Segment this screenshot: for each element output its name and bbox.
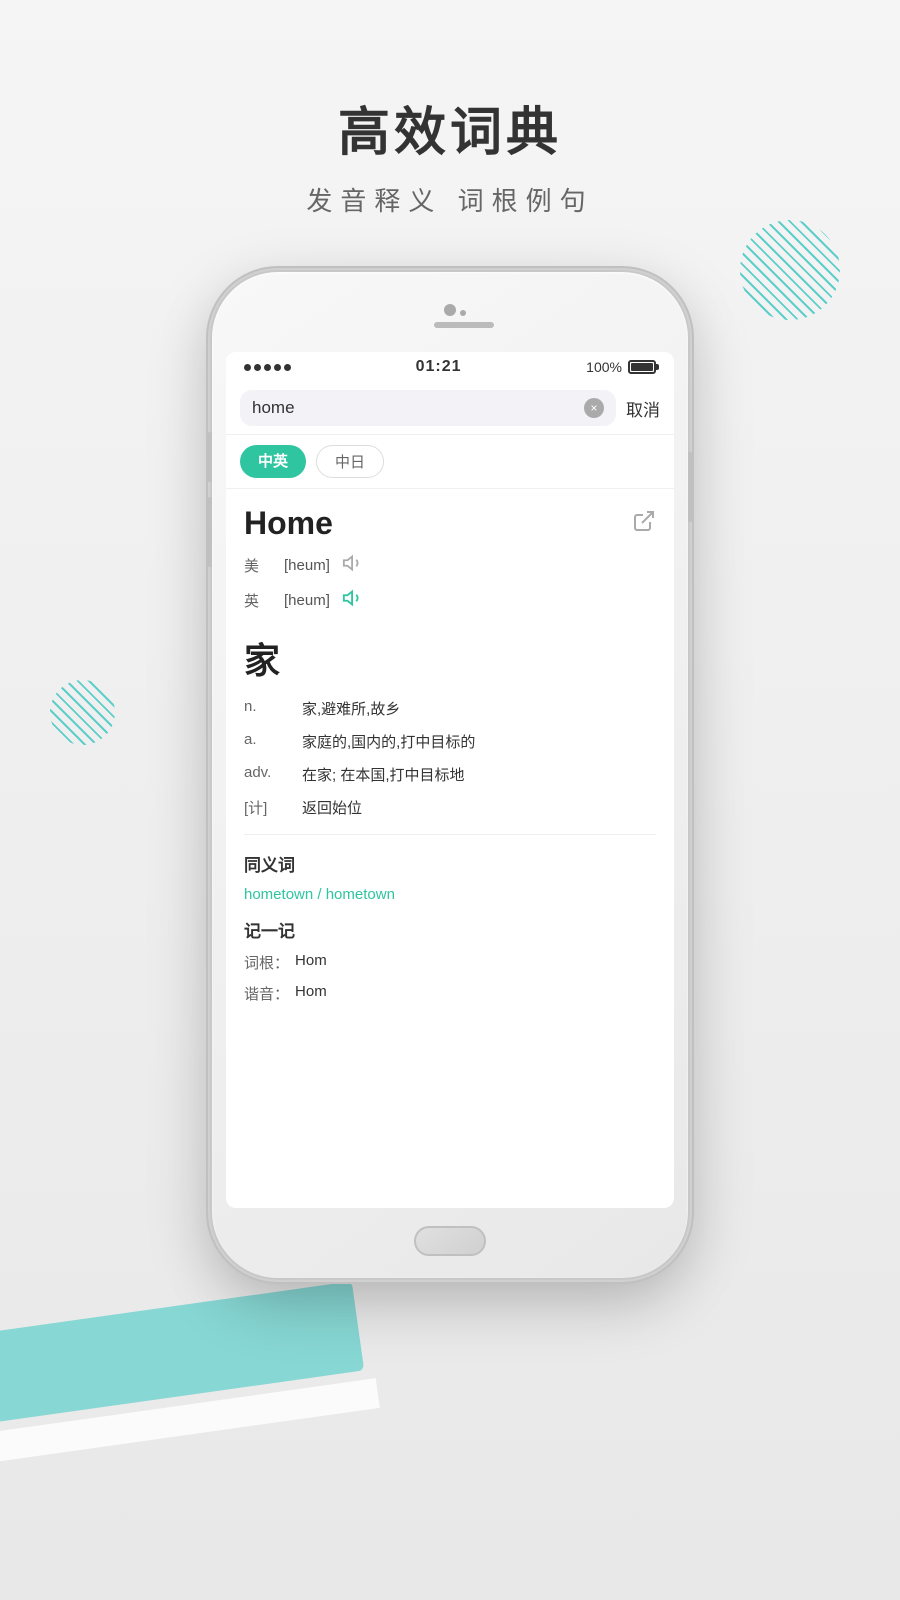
synonyms-text[interactable]: hometown / hometown [244, 886, 656, 903]
def-text-1: 家庭的,国内的,打中目标的 [302, 731, 475, 752]
app-title: 高效词典 [0, 90, 900, 165]
sound-row: 谐音： Hom [244, 983, 656, 1004]
def-text-3: 返回始位 [302, 797, 362, 818]
chinese-char: 家 [244, 632, 656, 684]
deco-circle-teal [740, 220, 840, 320]
cancel-button[interactable]: 取消 [626, 396, 660, 421]
sound-label: 谐音： [244, 983, 289, 1004]
power-button [688, 452, 693, 522]
definition-row-2: adv. 在家; 在本国,打中目标地 [244, 764, 656, 785]
def-pos-1: a. [244, 731, 292, 752]
phone-frame: 01:21 100% home × 取消 中英 [210, 270, 690, 1280]
clear-icon: × [590, 401, 597, 415]
definition-row-3: [计] 返回始位 [244, 797, 656, 818]
home-button[interactable] [414, 1226, 486, 1256]
memory-title: 记一记 [244, 917, 656, 942]
tab-chinese-english-label: 中英 [258, 453, 288, 470]
search-input-wrap[interactable]: home × [240, 390, 616, 426]
status-time: 01:21 [416, 358, 462, 376]
uk-sound-icon[interactable] [342, 587, 364, 614]
app-subtitle: 发音释义 词根例句 [0, 181, 900, 218]
signal-dot-3 [264, 364, 271, 371]
definition-row-0: n. 家,避难所,故乡 [244, 698, 656, 719]
phone-screen: 01:21 100% home × 取消 中英 [226, 352, 674, 1208]
dict-content: Home 美 [heum] [226, 489, 674, 1208]
earpiece [460, 310, 466, 316]
search-clear-button[interactable]: × [584, 398, 604, 418]
signal-dot-5 [284, 364, 291, 371]
battery-fill [631, 363, 653, 371]
root-row: 词根： Hom [244, 952, 656, 973]
tab-chinese-japanese-label: 中日 [335, 454, 365, 471]
tab-chinese-english[interactable]: 中英 [240, 445, 306, 478]
signal-dot-2 [254, 364, 261, 371]
divider-1 [244, 834, 656, 835]
def-text-2: 在家; 在本国,打中目标地 [302, 764, 465, 785]
deco-circle-small [50, 680, 115, 745]
synonyms-title: 同义词 [244, 851, 656, 876]
word-header: Home [244, 505, 656, 542]
search-bar-container: home × 取消 [226, 382, 674, 435]
def-text-0: 家,避难所,故乡 [302, 698, 400, 719]
volume-down-button [207, 497, 212, 567]
us-pronunciation-row: 美 [heum] [244, 552, 656, 579]
battery-icon [628, 360, 656, 374]
volume-up-button [207, 432, 212, 482]
signal-indicator [244, 364, 291, 371]
search-input[interactable]: home [252, 398, 576, 418]
title-area: 高效词典 发音释义 词根例句 [0, 90, 900, 218]
front-camera [444, 304, 456, 316]
us-sound-icon[interactable] [342, 552, 364, 579]
status-right: 100% [586, 359, 656, 375]
def-pos-3: [计] [244, 797, 292, 818]
tab-selector: 中英 中日 [226, 435, 674, 489]
us-pron-text: [heum] [284, 557, 330, 574]
speaker [434, 322, 494, 328]
status-bar: 01:21 100% [226, 352, 674, 382]
us-label: 美 [244, 555, 272, 576]
share-icon[interactable] [632, 509, 656, 539]
def-pos-2: adv. [244, 764, 292, 785]
uk-pron-text: [heum] [284, 592, 330, 609]
root-label: 词根： [244, 952, 289, 973]
sound-value: Hom [295, 983, 327, 1004]
signal-dot-4 [274, 364, 281, 371]
uk-label: 英 [244, 590, 272, 611]
uk-pronunciation-row: 英 [heum] [244, 587, 656, 614]
def-pos-0: n. [244, 698, 292, 719]
root-value: Hom [295, 952, 327, 973]
tab-chinese-japanese[interactable]: 中日 [316, 445, 384, 478]
signal-dot-1 [244, 364, 251, 371]
battery-percentage: 100% [586, 359, 622, 375]
word-main: Home [244, 505, 333, 542]
definition-row-1: a. 家庭的,国内的,打中目标的 [244, 731, 656, 752]
